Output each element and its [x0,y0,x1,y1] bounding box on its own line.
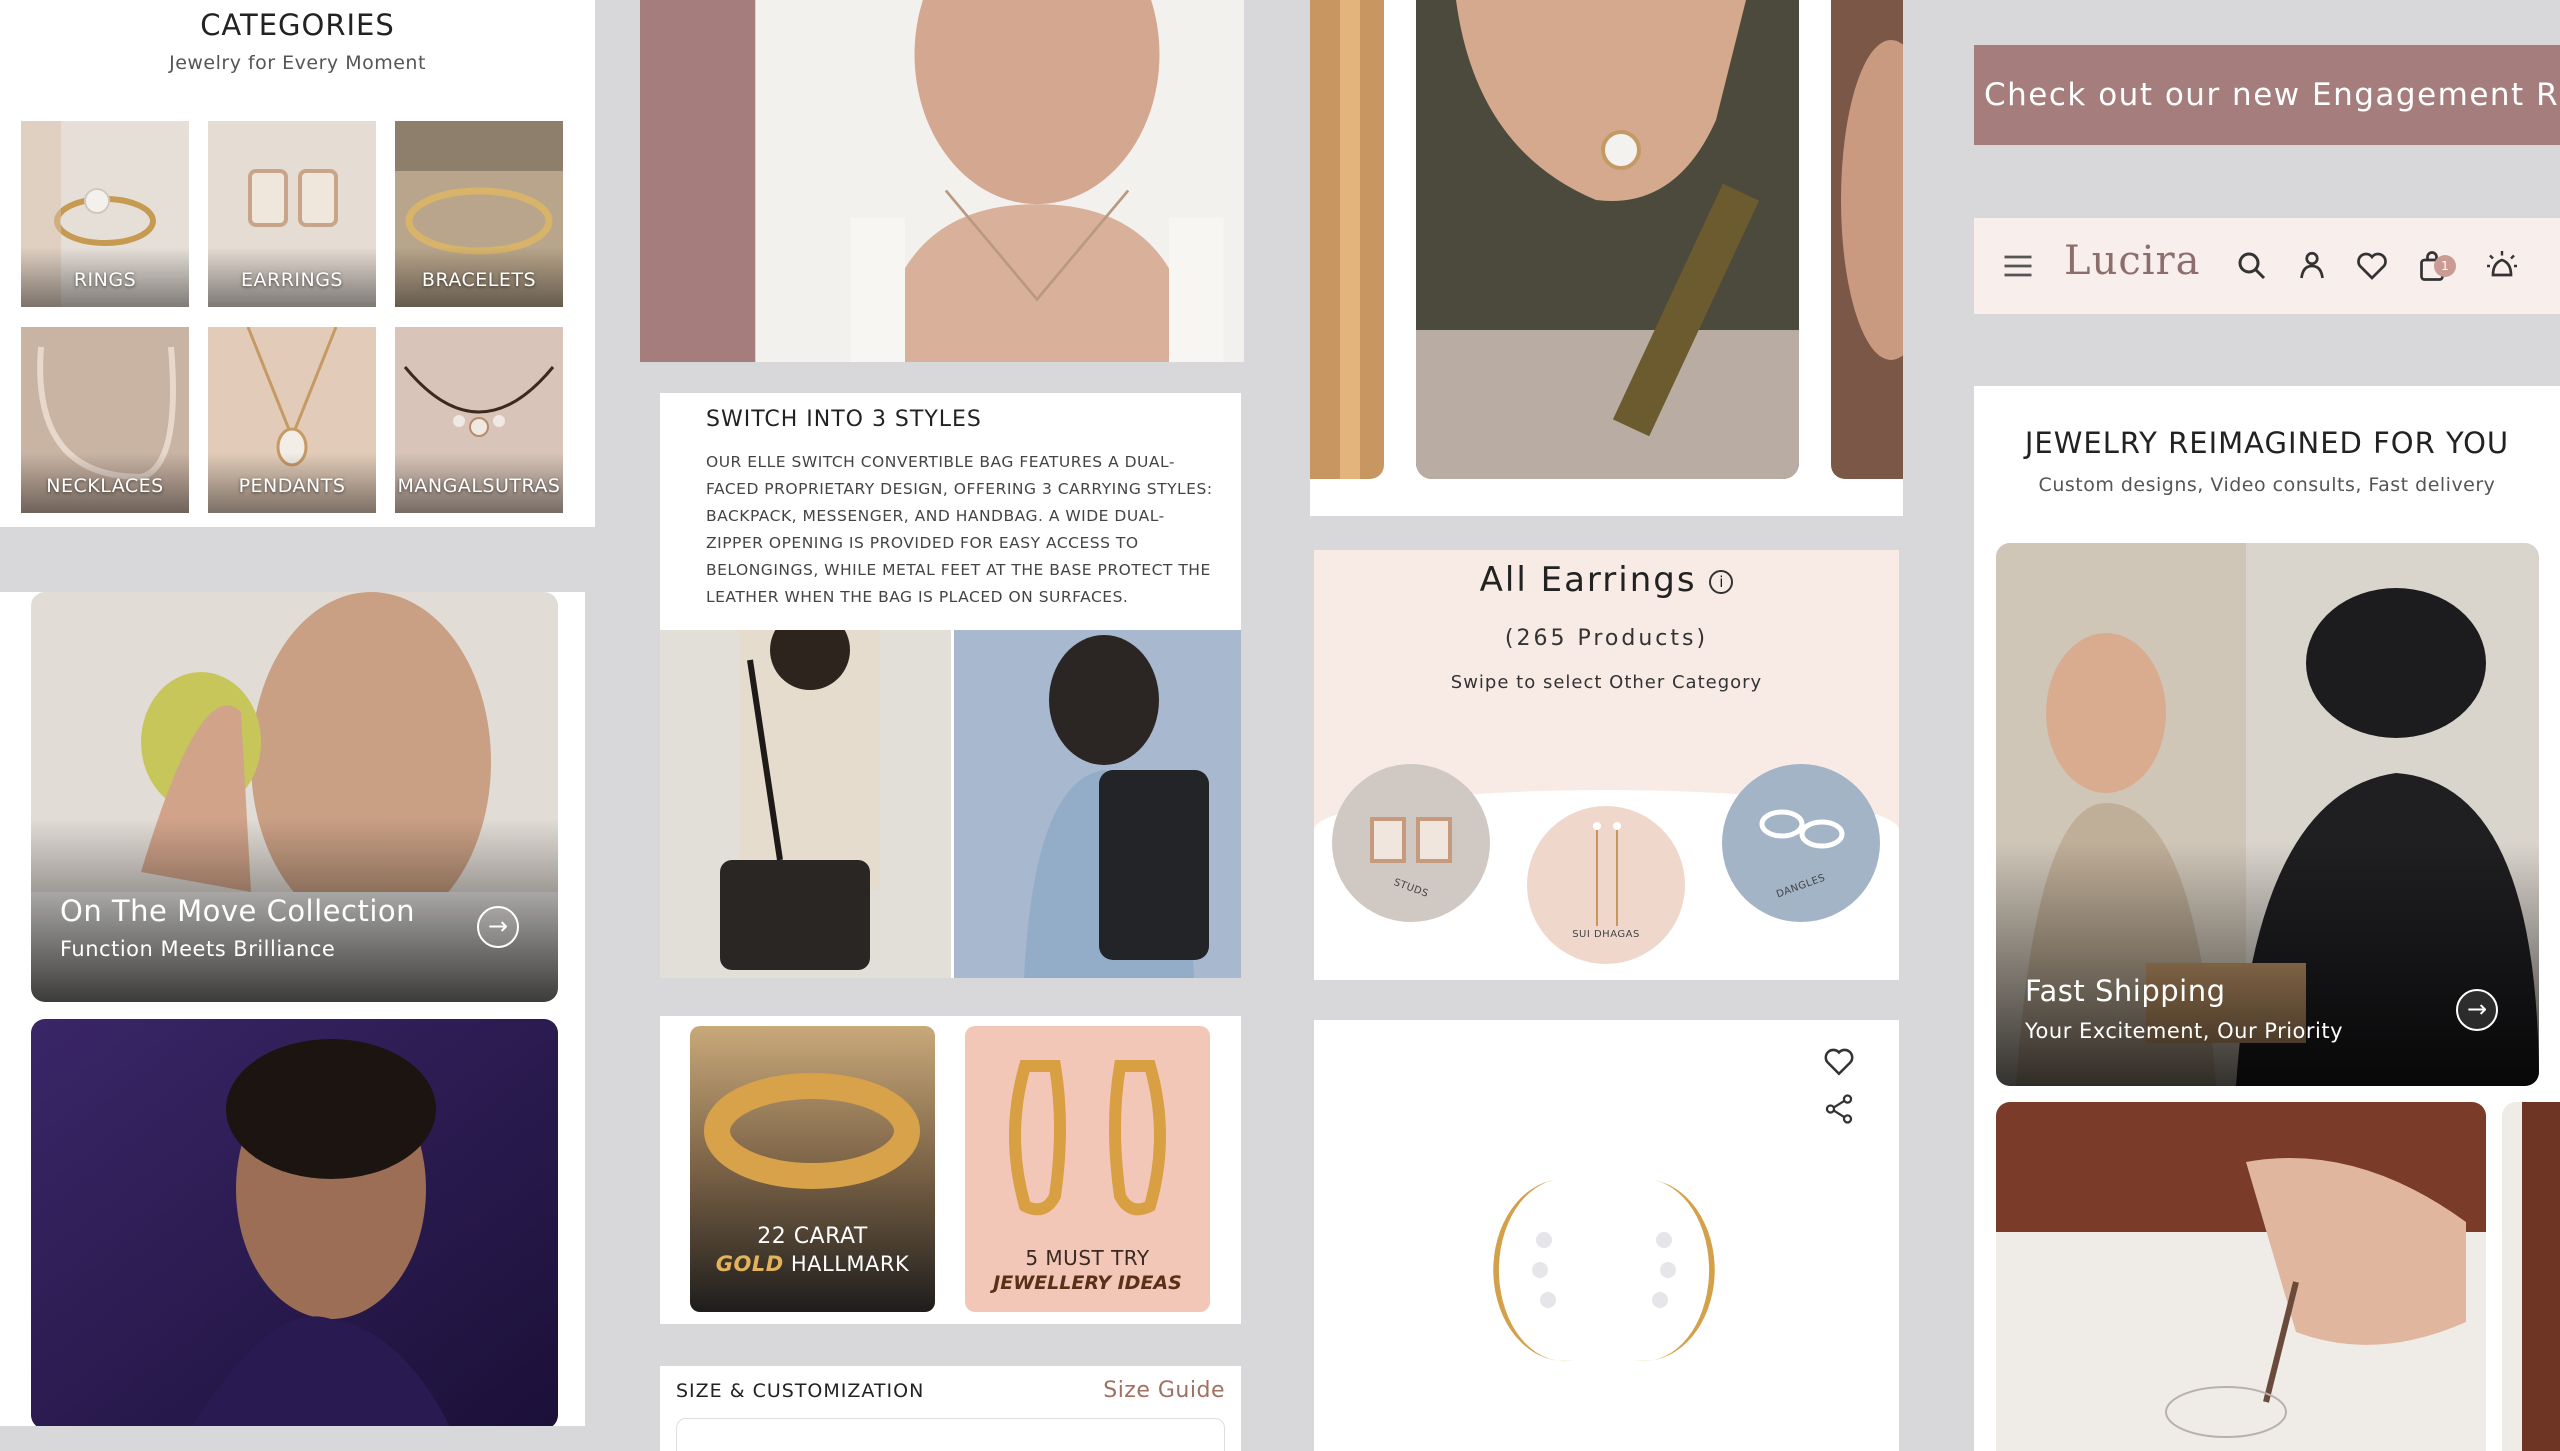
category-label-earrings: EARRINGS [240,269,343,291]
category-label-bracelets: BRACELETS [421,269,537,291]
size-select[interactable] [676,1418,1225,1451]
ideas-promo-line2: JEWELLERY IDEAS [993,1272,1182,1294]
model-necklace-photo [640,0,1244,362]
category-tile-earrings[interactable]: EARRINGS [208,121,376,307]
all-earrings-panel: All Earrings i (265 Products) Swipe to s… [1314,550,1899,980]
earrings-title-row: All Earrings i [1314,560,1899,600]
carousel-slide-prev[interactable] [1310,0,1384,479]
custom-design-next-slide[interactable] [2502,1102,2560,1451]
lucira-logo[interactable]: Lucira [2064,238,2201,284]
category-tile-mangalsutras[interactable]: MANGALSUTRAS [395,327,563,513]
earrings-title: All Earrings [1479,560,1697,600]
switch-styles-description: Our Elle Switch convertible bag features… [706,453,1213,606]
engagement-rings-banner[interactable]: Check out our new Engagement Rings! [1974,45,2560,145]
earrings-product-count: (265 Products) [1504,626,1709,651]
bag-photo-back [954,630,1241,978]
circle-label-sui-dhagas: SUI DHAGAS [1572,929,1640,940]
carousel-slide-next[interactable] [1831,0,1903,479]
collection-arrow-button[interactable]: → [477,906,519,948]
reimagined-panel: JEWELRY REIMAGINED FOR YOU Custom design… [1974,386,2560,1451]
promo-panel: 22 CARAT GOLD HALLMARK 5 MUST TRY JEWELL… [660,1016,1241,1324]
ideas-promo-line1: 5 MUST TRY [1025,1246,1150,1270]
on-the-move-collection-card[interactable]: On The Move Collection Function Meets Br… [31,592,558,1002]
categories-subtitle: Jewelry for Every Moment [169,52,426,74]
arrow-right-icon: → [487,912,509,940]
switch-styles-title: SWITCH INTO 3 STYLES [706,407,982,432]
info-icon[interactable]: i [1709,569,1734,594]
notification-icon[interactable] [2484,248,2520,284]
wishlist-heart-icon[interactable] [2354,248,2390,284]
category-circle-sui-dhagas[interactable]: SUI DHAGAS [1527,806,1685,964]
size-guide-link[interactable]: Size Guide [1103,1378,1225,1403]
category-label-necklaces: NECKLACES [46,475,164,497]
account-icon[interactable] [2294,248,2330,284]
gold-promo-emphasis: GOLD [715,1252,784,1276]
bag-photo-front [660,630,951,978]
category-tile-rings[interactable]: RINGS [21,121,189,307]
carousel-slide-ring-hand[interactable] [1416,0,1799,479]
moon-earrings-product-image [1464,1160,1744,1380]
category-circle-studs[interactable]: STUDS [1332,764,1490,922]
switch-styles-panel: SWITCH INTO 3 STYLES Our Elle Switch con… [660,393,1241,978]
top-nav-bar: Lucira [1974,218,2560,314]
category-label-rings: RINGS [73,269,137,291]
category-tile-necklaces[interactable]: NECKLACES [21,327,189,513]
arrow-right-icon: → [2466,995,2488,1023]
size-customization-title: SIZE & CUSTOMIZATION [676,1380,925,1402]
gold-promo-line2: HALLMARK [790,1252,910,1276]
collection-subtitle: Function Meets Brilliance [60,937,336,961]
menu-icon[interactable] [2000,248,2036,284]
share-icon[interactable] [1822,1092,1856,1126]
collection-title: On The Move Collection [60,894,416,928]
gold-promo-line1: 22 CARAT [757,1224,868,1249]
reimagined-title: JEWELRY REIMAGINED FOR YOU [2024,426,2510,460]
categories-panel: CATEGORIES Jewelry for Every Moment RING… [0,0,595,527]
custom-design-card[interactable] [1996,1102,2486,1451]
category-label-mangalsutras: MANGALSUTRAS [397,475,561,497]
ring-hand-carousel [1310,0,1903,516]
gold-hallmark-promo[interactable]: 22 CARAT GOLD HALLMARK [690,1026,935,1312]
category-circle-dangles[interactable]: DANGLES [1722,764,1880,922]
category-tile-bracelets[interactable]: BRACELETS [395,121,563,307]
collection-panel: On The Move Collection Function Meets Br… [0,592,585,1426]
search-icon[interactable] [2234,248,2270,284]
jewellery-ideas-promo[interactable]: 5 MUST TRY JEWELLERY IDEAS [965,1026,1210,1312]
reimagined-subtitle: Custom designs, Video consults, Fast del… [2038,474,2496,496]
purple-collection-card[interactable] [31,1019,558,1426]
fast-shipping-card[interactable]: Fast Shipping Your Excitement, Our Prior… [1996,543,2539,1086]
categories-title: CATEGORIES [200,8,395,42]
shipping-arrow-button[interactable]: → [2456,989,2498,1031]
shipping-subtitle: Your Excitement, Our Priority [2025,1019,2344,1043]
shipping-title: Fast Shipping [2025,974,2226,1008]
size-customization-panel: SIZE & CUSTOMIZATION Size Guide [660,1366,1241,1451]
product-detail-panel [1314,1020,1899,1451]
category-tile-pendants[interactable]: PENDANTS [208,327,376,513]
cart-count-badge: 1 [2434,255,2456,277]
heart-icon[interactable] [1822,1044,1856,1078]
earrings-swipe-hint: Swipe to select Other Category [1450,672,1763,693]
category-label-pendants: PENDANTS [238,475,346,497]
